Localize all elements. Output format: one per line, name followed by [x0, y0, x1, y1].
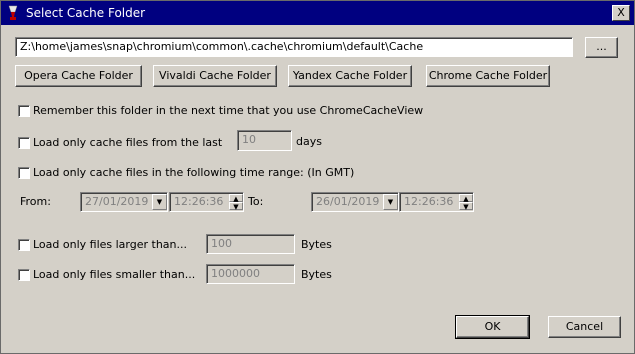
- from-date-value: 27/01/2019: [85, 195, 149, 208]
- browse-button[interactable]: ...: [585, 37, 618, 58]
- from-label: From:: [20, 195, 51, 208]
- spin-up-icon[interactable]: ▲: [459, 194, 473, 203]
- close-button[interactable]: X: [612, 5, 630, 21]
- to-time-value: 12:26:36: [404, 195, 454, 208]
- from-time-spinner[interactable]: ▲ ▼: [229, 194, 243, 211]
- smaller-than-input[interactable]: 1000000: [206, 264, 295, 284]
- to-date-value: 26/01/2019: [316, 195, 380, 208]
- last-days-input[interactable]: 10: [237, 130, 292, 151]
- chrome-cache-folder-button[interactable]: Chrome Cache Folder: [426, 65, 550, 87]
- to-time-spinner[interactable]: ▲ ▼: [459, 194, 473, 211]
- smaller-than-label: Load only files smaller than...: [33, 268, 196, 281]
- ok-button[interactable]: OK: [455, 315, 530, 339]
- remember-folder-label: Remember this folder in the next time th…: [33, 104, 424, 117]
- app-icon: [8, 5, 18, 20]
- select-cache-folder-dialog: Select Cache Folder X Z:\home\james\snap…: [0, 0, 635, 354]
- from-time-value: 12:26:36: [174, 195, 224, 208]
- larger-than-label: Load only files larger than...: [33, 238, 188, 251]
- folder-path-input[interactable]: Z:\home\james\snap\chromium\common\.cach…: [15, 37, 573, 57]
- opera-cache-folder-button[interactable]: Opera Cache Folder: [15, 65, 142, 87]
- to-date-dropdown-icon[interactable]: ▼: [383, 194, 398, 210]
- larger-than-input[interactable]: 100: [206, 234, 295, 254]
- from-date-dropdown-icon[interactable]: ▼: [152, 194, 167, 210]
- remember-folder-checkbox[interactable]: [18, 105, 30, 117]
- cancel-button[interactable]: Cancel: [548, 316, 621, 338]
- time-range-label: Load only cache files in the following t…: [33, 166, 355, 179]
- time-range-checkbox[interactable]: [18, 167, 30, 179]
- load-last-checkbox[interactable]: [18, 137, 30, 149]
- smaller-bytes-unit: Bytes: [301, 268, 332, 281]
- load-last-label: Load only cache files from the last: [33, 136, 223, 149]
- spin-up-icon[interactable]: ▲: [229, 194, 243, 203]
- window-title: Select Cache Folder: [26, 6, 146, 20]
- vivaldi-cache-folder-button[interactable]: Vivaldi Cache Folder: [153, 65, 277, 87]
- smaller-than-checkbox[interactable]: [18, 269, 30, 281]
- larger-bytes-unit: Bytes: [301, 238, 332, 251]
- spin-down-icon[interactable]: ▼: [229, 202, 243, 211]
- to-label: To:: [248, 195, 264, 208]
- close-icon: X: [617, 6, 625, 19]
- yandex-cache-folder-button[interactable]: Yandex Cache Folder: [288, 65, 412, 87]
- days-unit-label: days: [296, 135, 322, 148]
- title-bar[interactable]: Select Cache Folder X: [1, 1, 634, 25]
- spin-down-icon[interactable]: ▼: [459, 202, 473, 211]
- larger-than-checkbox[interactable]: [18, 239, 30, 251]
